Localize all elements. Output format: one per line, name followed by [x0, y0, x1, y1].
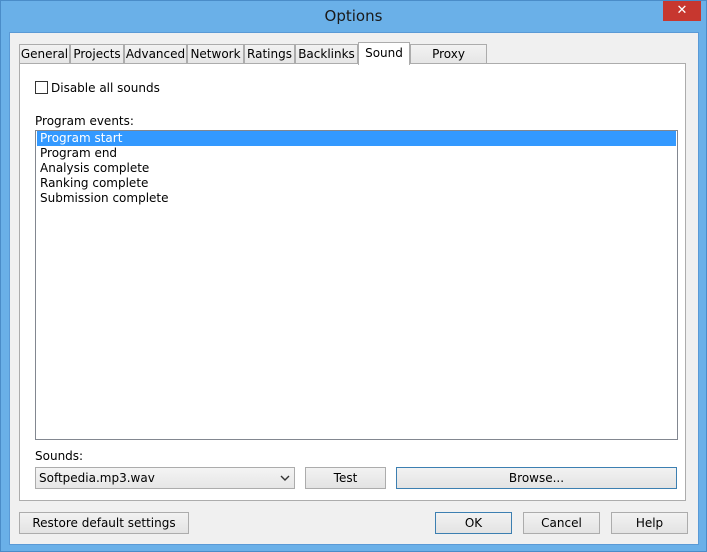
test-button[interactable]: Test	[305, 467, 386, 489]
disable-sounds-checkbox[interactable]	[35, 81, 48, 94]
sound-file-select[interactable]: Softpedia.mp3.wav	[35, 467, 295, 489]
tab-projects[interactable]: Projects	[70, 44, 124, 64]
tab-sound[interactable]: Sound	[358, 42, 410, 65]
tab-network[interactable]: Network	[187, 44, 244, 64]
list-item-analysis-complete[interactable]: Analysis complete	[37, 161, 676, 176]
sound-tab-panel: Disable all sounds Program events: Progr…	[19, 63, 686, 501]
close-button[interactable]: ✕	[663, 1, 701, 21]
restore-defaults-button[interactable]: Restore default settings	[19, 512, 189, 534]
tab-ratings[interactable]: Ratings	[244, 44, 295, 64]
browse-button[interactable]: Browse...	[396, 467, 677, 489]
ok-button[interactable]: OK	[435, 512, 512, 534]
close-icon: ✕	[676, 3, 688, 18]
tab-advanced[interactable]: Advanced	[124, 44, 187, 64]
disable-sounds-label[interactable]: Disable all sounds	[51, 81, 160, 95]
help-button[interactable]: Help	[611, 512, 688, 534]
title-bar[interactable]: Options ✕	[1, 1, 706, 33]
dialog-client-area: General Projects Advanced Network Rating…	[9, 32, 699, 545]
cancel-button[interactable]: Cancel	[523, 512, 600, 534]
tab-proxy-servers[interactable]: Proxy Servers	[410, 44, 487, 79]
list-item-program-end[interactable]: Program end	[37, 146, 676, 161]
program-events-list[interactable]: Program start Program end Analysis compl…	[35, 130, 678, 440]
list-item-program-start[interactable]: Program start	[37, 131, 676, 146]
chevron-down-icon	[280, 475, 290, 481]
window-title: Options	[324, 7, 383, 25]
options-dialog: Options ✕ General Projects Advanced Netw…	[0, 0, 707, 552]
tab-general[interactable]: General	[19, 44, 70, 64]
list-item-submission-complete[interactable]: Submission complete	[37, 191, 676, 206]
sounds-label: Sounds:	[35, 449, 84, 463]
tab-backlinks[interactable]: Backlinks	[295, 44, 358, 64]
program-events-label: Program events:	[35, 114, 134, 128]
list-item-ranking-complete[interactable]: Ranking complete	[37, 176, 676, 191]
sound-file-value: Softpedia.mp3.wav	[39, 471, 155, 485]
